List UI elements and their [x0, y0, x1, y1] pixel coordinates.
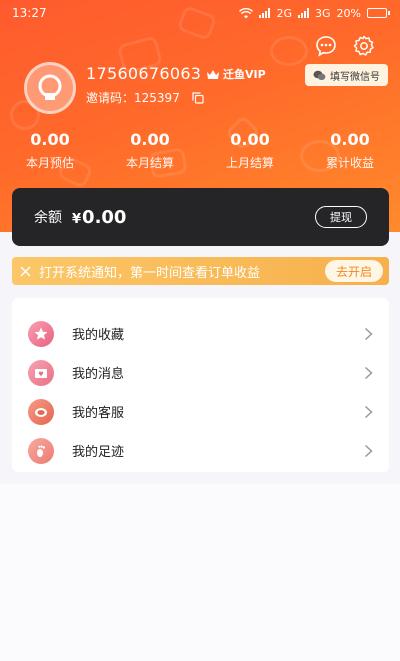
- balance-value: 0.00: [82, 206, 127, 228]
- earnings-stats: 0.00 本月预估 0.00 本月结算 0.00 上月结算 0.00 累计收益: [0, 130, 400, 171]
- menu-label: 我的足迹: [72, 445, 125, 460]
- avatar[interactable]: [24, 62, 76, 114]
- message-bubble-icon[interactable]: [314, 34, 338, 58]
- menu-item-messages[interactable]: 我的消息: [12, 353, 389, 392]
- signal-icon: [298, 8, 310, 18]
- chevron-right-icon: [364, 366, 373, 379]
- avatar-placeholder-icon: [38, 74, 62, 100]
- customer-service-icon: [28, 398, 54, 425]
- menu-item-customer-service[interactable]: 我的客服: [12, 392, 389, 431]
- balance-card: 余额 ¥0.00 提现: [12, 188, 389, 246]
- settings-gear-icon[interactable]: [352, 34, 376, 58]
- stat-label: 累计收益: [325, 156, 374, 170]
- wifi-icon: [239, 7, 254, 18]
- notification-banner: 打开系统通知，第一时间查看订单收益 去开启: [12, 257, 389, 285]
- stat-label: 本月结算: [125, 156, 174, 170]
- enable-notifications-button[interactable]: 去开启: [324, 260, 383, 282]
- currency-symbol: ¥: [72, 211, 82, 227]
- status-indicators: 2G 3G 20%: [239, 7, 390, 20]
- chevron-right-icon: [364, 444, 373, 457]
- stat-label: 上月结算: [225, 156, 274, 170]
- close-icon[interactable]: [20, 266, 31, 277]
- wechat-icon: [313, 70, 326, 80]
- menu-item-favorites[interactable]: 我的收藏: [12, 314, 389, 353]
- network-label-2: 3G: [315, 6, 331, 20]
- decor-shape: [270, 36, 308, 66]
- battery-percent: 20%: [336, 6, 361, 20]
- envelope-heart-icon: [28, 359, 54, 386]
- invite-label: 邀请码：: [86, 91, 135, 105]
- invite-code-row: 邀请码：125397: [86, 89, 204, 106]
- copy-icon[interactable]: [192, 91, 204, 104]
- stat-value: 0.00: [30, 130, 70, 149]
- empty-content-area: [0, 484, 400, 661]
- stat-value: 0.00: [230, 130, 270, 149]
- vip-label: 迁鱼VIP: [223, 68, 266, 81]
- balance-label: 余额: [34, 210, 62, 226]
- withdraw-button[interactable]: 提现: [315, 206, 367, 228]
- chevron-right-icon: [364, 405, 373, 418]
- stat-total-earnings[interactable]: 0.00 累计收益: [300, 130, 400, 171]
- fill-wechat-button[interactable]: 填写微信号: [305, 64, 388, 86]
- invite-code: 125397: [134, 91, 180, 105]
- vip-badge: 迁鱼VIP: [206, 66, 266, 82]
- menu-item-footprints[interactable]: 我的足迹: [12, 431, 389, 470]
- stat-label: 本月预估: [25, 156, 74, 170]
- stat-value: 0.00: [330, 130, 370, 149]
- network-label-1: 2G: [276, 6, 293, 20]
- chevron-right-icon: [364, 327, 373, 340]
- footprint-icon: [28, 437, 54, 464]
- status-bar: 13:27 2G 3G 20%: [0, 0, 400, 26]
- user-phone: 17560676063: [86, 64, 202, 83]
- menu-list: 我的收藏 我的消息 我的客服 我的足迹: [12, 298, 389, 472]
- menu-label: 我的客服: [72, 406, 125, 421]
- menu-label: 我的消息: [72, 367, 125, 382]
- stat-this-month-estimate[interactable]: 0.00 本月预估: [0, 130, 100, 171]
- notice-text: 打开系统通知，第一时间查看订单收益: [39, 265, 261, 281]
- signal-icon: [259, 8, 271, 18]
- crown-icon: [207, 69, 219, 79]
- star-icon: [28, 320, 54, 347]
- battery-icon: [367, 8, 390, 18]
- menu-label: 我的收藏: [72, 328, 125, 343]
- stat-last-month-settled[interactable]: 0.00 上月结算: [200, 130, 300, 171]
- stat-value: 0.00: [130, 130, 170, 149]
- balance-amount: ¥0.00: [72, 207, 126, 228]
- status-time: 13:27: [12, 6, 47, 20]
- fill-wechat-label: 填写微信号: [330, 71, 380, 83]
- stat-this-month-settled[interactable]: 0.00 本月结算: [100, 130, 200, 171]
